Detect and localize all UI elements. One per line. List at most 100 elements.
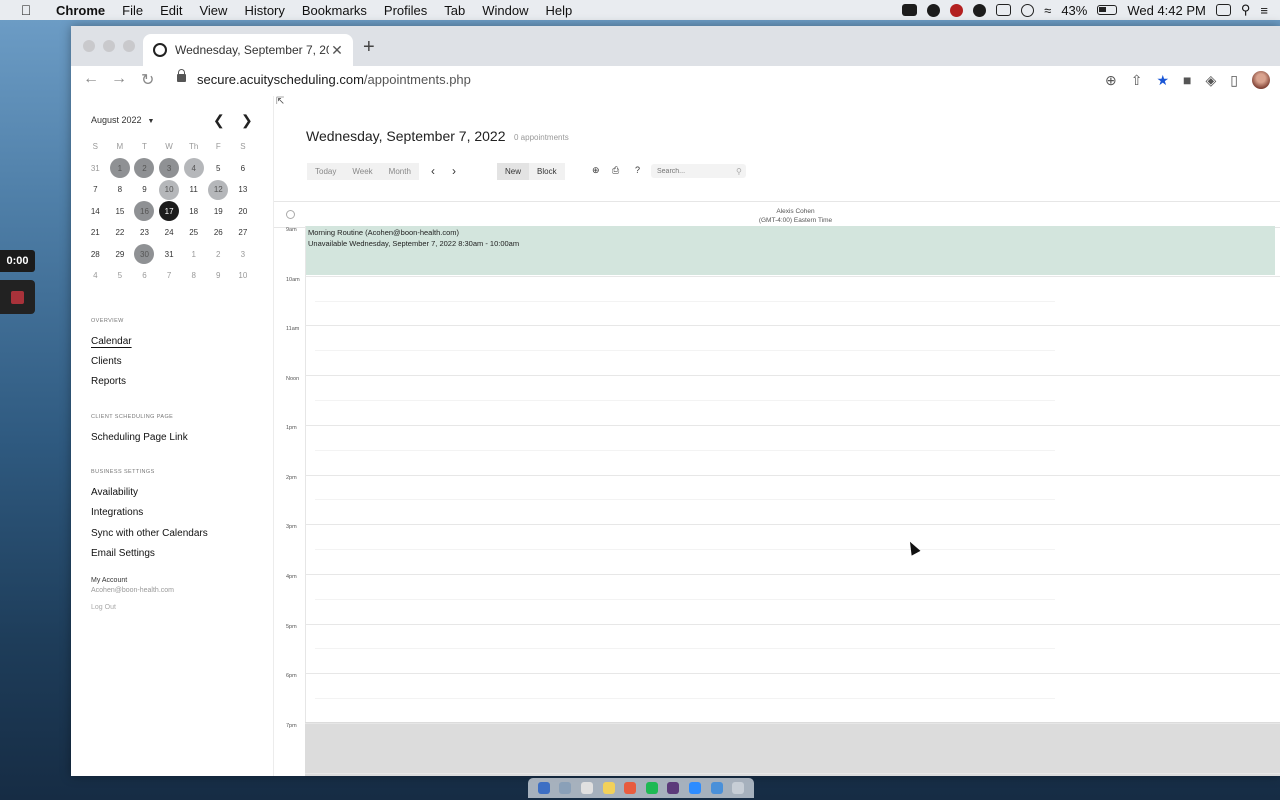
forward-arrow-icon[interactable]: →: [111, 70, 127, 88]
mini-calendar-day[interactable]: 6: [132, 265, 157, 287]
spotify-icon[interactable]: [645, 782, 658, 794]
mini-calendar-day[interactable]: 7: [157, 265, 182, 287]
mini-calendar-day[interactable]: 5: [108, 265, 133, 287]
mini-calendar-day[interactable]: 2: [206, 244, 231, 266]
chrome-icon[interactable]: [624, 782, 637, 794]
finder-icon[interactable]: [537, 782, 550, 794]
creative-cloud-icon[interactable]: [927, 3, 941, 17]
mini-calendar-day[interactable]: 11: [181, 179, 206, 201]
mini-calendar-day[interactable]: 19: [206, 201, 231, 223]
mini-calendar-day[interactable]: 1: [181, 244, 206, 266]
browser-tab[interactable]: Wednesday, September 7, 2022 ✕: [143, 34, 353, 66]
mini-calendar-day[interactable]: 2: [132, 158, 157, 180]
mini-calendar-day[interactable]: 9: [132, 179, 157, 201]
sidebar-link-reports[interactable]: Reports: [91, 376, 126, 387]
menu-help[interactable]: Help: [546, 3, 573, 18]
menu-window[interactable]: Window: [482, 3, 528, 18]
mini-calendar-day[interactable]: 13: [231, 179, 256, 201]
search-input[interactable]: [651, 164, 746, 178]
zoom-in-icon[interactable]: ⊕: [592, 165, 600, 176]
mini-calendar-day[interactable]: 25: [181, 222, 206, 244]
mini-calendar-day[interactable]: 6: [231, 158, 256, 180]
launchpad-icon[interactable]: [559, 782, 572, 794]
menu-view[interactable]: View: [199, 3, 227, 18]
profile-avatar[interactable]: [1252, 71, 1270, 89]
mini-calendar-day[interactable]: 20: [231, 201, 256, 223]
extensions-puzzle-icon[interactable]: ◈: [1206, 72, 1217, 89]
help-button[interactable]: ?: [635, 165, 640, 175]
airplay-icon[interactable]: [996, 4, 1012, 16]
minimize-window-button[interactable]: [103, 40, 115, 52]
trash-icon[interactable]: [732, 782, 745, 794]
sidebar-link-calendar[interactable]: Calendar: [91, 336, 132, 347]
mini-calendar-day[interactable]: 21: [83, 222, 108, 244]
mini-calendar-day[interactable]: 22: [108, 222, 133, 244]
mini-calendar-day[interactable]: 12: [206, 179, 231, 201]
mini-calendar-day[interactable]: 5: [206, 158, 231, 180]
sidebar-link-sync[interactable]: Sync with other Calendars: [91, 528, 208, 539]
mini-calendar-day[interactable]: 4: [83, 265, 108, 287]
mini-calendar-day[interactable]: 7: [83, 179, 108, 201]
mini-calendar-day[interactable]: 24: [157, 222, 182, 244]
close-window-button[interactable]: [83, 40, 95, 52]
zoom-icon[interactable]: ⊕: [1105, 72, 1117, 89]
gear-icon[interactable]: [973, 3, 987, 17]
share-icon[interactable]: ⇧: [1131, 72, 1143, 89]
zoom-icon[interactable]: [689, 782, 701, 794]
menu-tab[interactable]: Tab: [444, 3, 465, 18]
battery-icon[interactable]: [1097, 5, 1118, 15]
close-tab-icon[interactable]: ✕: [329, 42, 345, 59]
mini-calendar-day[interactable]: 28: [83, 244, 108, 266]
mini-calendar-day[interactable]: 9: [206, 265, 231, 287]
reload-icon[interactable]: ↻: [141, 70, 154, 90]
sidebar-link-integrations[interactable]: Integrations: [91, 507, 143, 518]
video-camera-icon[interactable]: ■: [1183, 72, 1191, 88]
sidebar-link-clients[interactable]: Clients: [91, 356, 122, 367]
prev-day-chevron-icon[interactable]: ‹: [431, 164, 435, 178]
menu-profiles[interactable]: Profiles: [384, 3, 427, 18]
slack-icon[interactable]: [667, 782, 680, 794]
lock-icon[interactable]: [177, 69, 186, 82]
blocked-time-event[interactable]: Morning Routine (Acohen@boon-health.com)…: [306, 226, 1275, 275]
bookmark-star-icon[interactable]: ★: [1156, 72, 1169, 89]
logout-link[interactable]: Log Out: [91, 604, 116, 611]
print-icon[interactable]: ⎙: [612, 165, 619, 176]
mini-calendar-day[interactable]: 10: [157, 179, 182, 201]
mini-calendar-day[interactable]: 17: [157, 201, 182, 223]
menu-file[interactable]: File: [122, 3, 143, 18]
mini-calendar-day[interactable]: 29: [108, 244, 133, 266]
mini-calendar-month-selector[interactable]: August 2022 ▼: [91, 115, 154, 125]
mini-calendar-day[interactable]: 31: [83, 158, 108, 180]
menu-history[interactable]: History: [244, 3, 284, 18]
menubar-clock[interactable]: Wed 4:42 PM: [1127, 3, 1206, 18]
new-tab-button[interactable]: +: [363, 36, 375, 59]
my-account-link[interactable]: My Account: [91, 577, 127, 584]
back-arrow-icon[interactable]: ←: [83, 70, 99, 88]
mini-calendar-day[interactable]: 31: [157, 244, 182, 266]
new-appointment-button[interactable]: New: [497, 163, 530, 180]
block-time-button[interactable]: Block: [529, 163, 565, 180]
mail-icon[interactable]: [710, 782, 723, 794]
wifi-icon[interactable]: ≈: [1044, 3, 1051, 18]
maximize-window-button[interactable]: [123, 40, 135, 52]
mini-calendar-day[interactable]: 27: [231, 222, 256, 244]
week-button[interactable]: Week: [344, 163, 380, 180]
mini-calendar-day[interactable]: 26: [206, 222, 231, 244]
vpn-icon[interactable]: [1021, 3, 1035, 17]
mini-calendar-day[interactable]: 15: [108, 201, 133, 223]
sidebar-link-scheduling-page[interactable]: Scheduling Page Link: [91, 432, 188, 443]
mini-calendar-day[interactable]: 8: [108, 179, 133, 201]
mini-calendar-day[interactable]: 3: [157, 158, 182, 180]
next-month-chevron-icon[interactable]: ❯: [241, 112, 253, 129]
mini-calendar-day[interactable]: 30: [132, 244, 157, 266]
mini-calendar-day[interactable]: 18: [181, 201, 206, 223]
control-center-icon[interactable]: ≡: [1260, 3, 1268, 18]
menu-app-name[interactable]: Chrome: [56, 3, 105, 18]
stop-recording-button[interactable]: [0, 280, 35, 314]
notes-icon[interactable]: [602, 782, 615, 794]
next-day-chevron-icon[interactable]: ›: [452, 164, 456, 178]
mini-calendar-day[interactable]: 1: [108, 158, 133, 180]
today-button[interactable]: Today: [307, 163, 344, 180]
month-button[interactable]: Month: [381, 163, 419, 180]
mini-calendar-day[interactable]: 14: [83, 201, 108, 223]
